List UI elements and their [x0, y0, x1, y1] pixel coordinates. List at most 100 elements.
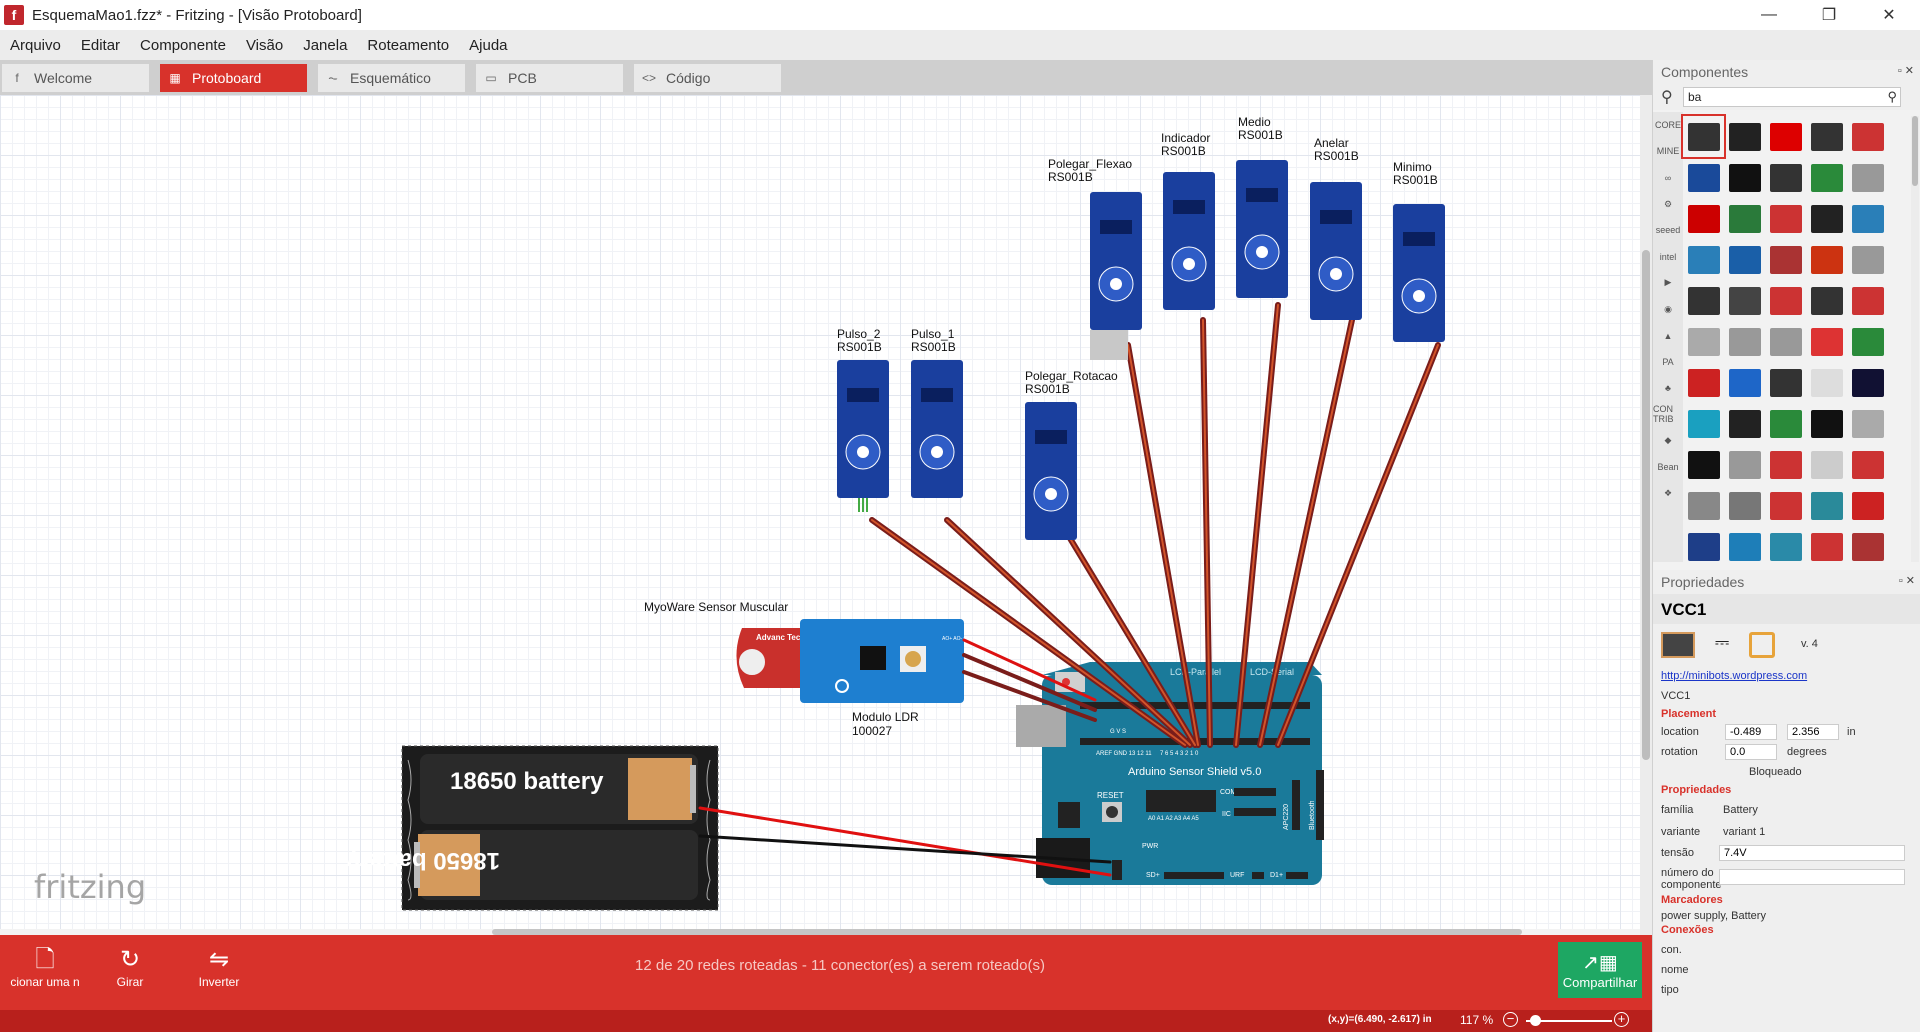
scroll-thumb[interactable] — [1912, 116, 1918, 186]
servo-medio[interactable]: Medio RS001B — [1236, 115, 1288, 298]
part-thumbnail[interactable] — [1765, 362, 1806, 403]
part-thumbnail[interactable] — [1847, 116, 1888, 157]
part-thumbnail[interactable] — [1806, 403, 1847, 444]
parts-bin-tab[interactable]: ⚙ — [1653, 191, 1683, 217]
part-thumbnail[interactable] — [1724, 157, 1765, 198]
parts-bin-tab[interactable]: PA — [1653, 349, 1683, 375]
servo-anelar[interactable]: Anelar RS001B — [1310, 136, 1362, 320]
zoom-slider-handle[interactable] — [1529, 1015, 1541, 1026]
part-thumbnail[interactable] — [1724, 198, 1765, 239]
part-thumbnail[interactable] — [1847, 485, 1888, 526]
tab-welcome[interactable]: f Welcome — [2, 63, 149, 92]
parts-scrollbar[interactable] — [1911, 116, 1919, 562]
parts-bin-tab[interactable]: ♣ — [1653, 375, 1683, 401]
part-thumbnail[interactable] — [1724, 116, 1765, 157]
location-y-field[interactable]: 2.356 — [1787, 724, 1839, 740]
menu-janela[interactable]: Janela — [293, 37, 357, 54]
zoom-out-button[interactable]: − — [1503, 1012, 1518, 1027]
servo-minimo[interactable]: Minimo RS001B — [1393, 160, 1445, 342]
part-thumbnail[interactable] — [1724, 526, 1765, 567]
part-thumbnail[interactable] — [1847, 321, 1888, 362]
variant-value[interactable]: variant 1 — [1723, 826, 1765, 838]
part-thumbnail[interactable] — [1765, 239, 1806, 280]
part-thumbnail[interactable] — [1806, 362, 1847, 403]
tab-protoboard[interactable]: ▦ Protoboard — [160, 63, 307, 92]
part-thumbnail[interactable] — [1847, 362, 1888, 403]
part-thumbnail[interactable] — [1765, 157, 1806, 198]
menu-editar[interactable]: Editar — [71, 37, 130, 54]
part-thumbnail[interactable] — [1806, 321, 1847, 362]
minimize-button[interactable]: — — [1746, 0, 1792, 30]
part-thumbnail[interactable] — [1724, 403, 1765, 444]
location-unit[interactable]: in — [1847, 726, 1856, 738]
canvas-vertical-scrollbar[interactable] — [1640, 95, 1652, 935]
part-thumbnail[interactable] — [1724, 362, 1765, 403]
rotation-field[interactable]: 0.0 — [1725, 744, 1777, 760]
part-thumbnail[interactable] — [1683, 526, 1724, 567]
part-thumbnail[interactable] — [1806, 526, 1847, 567]
menu-visao[interactable]: Visão — [236, 37, 293, 54]
servo-pulso-2[interactable]: Pulso_2 RS001B — [837, 327, 889, 512]
part-thumbnail[interactable] — [1683, 239, 1724, 280]
part-thumbnail[interactable] — [1765, 116, 1806, 157]
part-thumbnail[interactable] — [1847, 526, 1888, 567]
search-go-icon[interactable]: ⚲ — [1887, 89, 1897, 105]
part-thumbnail[interactable] — [1847, 239, 1888, 280]
part-thumbnail[interactable] — [1765, 321, 1806, 362]
part-thumbnail[interactable] — [1724, 280, 1765, 321]
voltage-select[interactable]: 7.4V — [1719, 845, 1905, 861]
parts-bin-tab[interactable]: CON TRIB — [1653, 401, 1683, 427]
part-thumbnail[interactable] — [1765, 198, 1806, 239]
parts-bin-tab[interactable]: ▶ — [1653, 270, 1683, 296]
location-x-field[interactable]: -0.489 — [1725, 724, 1777, 740]
parts-bin-tab[interactable]: MINE — [1653, 138, 1683, 164]
part-thumbnail[interactable] — [1765, 280, 1806, 321]
part-thumbnail[interactable] — [1847, 198, 1888, 239]
menu-arquivo[interactable]: Arquivo — [0, 37, 71, 54]
menu-ajuda[interactable]: Ajuda — [459, 37, 517, 54]
parts-bin-tab[interactable]: ∞ — [1653, 165, 1683, 191]
part-thumbnail[interactable] — [1683, 485, 1724, 526]
part-thumbnail[interactable] — [1847, 444, 1888, 485]
search-input[interactable]: ba — [1683, 87, 1901, 107]
part-thumbnail[interactable] — [1683, 280, 1724, 321]
part-thumbnail[interactable] — [1683, 198, 1724, 239]
part-thumbnail[interactable] — [1806, 444, 1847, 485]
parts-bin-tab[interactable]: ◆ — [1653, 428, 1683, 454]
part-thumbnail[interactable] — [1724, 485, 1765, 526]
part-thumbnail[interactable] — [1806, 280, 1847, 321]
close-button[interactable]: ✕ — [1866, 0, 1912, 30]
parts-bin-tab[interactable]: ❖ — [1653, 480, 1683, 506]
parts-bin-tab[interactable]: ◉ — [1653, 296, 1683, 322]
part-thumbnail[interactable] — [1847, 157, 1888, 198]
part-thumbnail[interactable] — [1681, 114, 1726, 159]
scroll-thumb[interactable] — [1642, 250, 1650, 760]
parts-bin-tab[interactable]: intel — [1653, 243, 1683, 269]
maximize-button[interactable]: ❐ — [1806, 0, 1852, 30]
tab-codigo[interactable]: <> Código — [634, 63, 781, 92]
menu-componente[interactable]: Componente — [130, 37, 236, 54]
zoom-in-button[interactable]: + — [1614, 1012, 1629, 1027]
part-thumbnail[interactable] — [1806, 485, 1847, 526]
servo-pulso-1[interactable]: Pulso_1 RS001B — [911, 327, 963, 498]
servo-indicador[interactable]: Indicador RS001B — [1161, 131, 1215, 310]
menu-roteamento[interactable]: Roteamento — [357, 37, 459, 54]
myoware-sensor[interactable]: Advanc Technolog MyoWare Sensor Muscular — [644, 600, 827, 688]
rotate-button[interactable]: ↻ Girar — [110, 945, 150, 989]
part-thumbnail[interactable] — [1765, 444, 1806, 485]
part-thumbnail[interactable] — [1847, 280, 1888, 321]
panel-float-close-icon[interactable]: ▫ ✕ — [1898, 64, 1914, 77]
part-thumbnail[interactable] — [1724, 239, 1765, 280]
part-thumbnail[interactable] — [1683, 157, 1724, 198]
part-url-link[interactable]: http://minibots.wordpress.com — [1661, 670, 1807, 682]
share-button[interactable]: ↗▦ Compartilhar — [1558, 942, 1642, 998]
part-thumbnail[interactable] — [1806, 157, 1847, 198]
part-thumbnail[interactable] — [1765, 526, 1806, 567]
part-thumbnail[interactable] — [1806, 239, 1847, 280]
routing-status[interactable]: 12 de 20 redes roteadas - 11 conector(es… — [560, 957, 1120, 974]
servo-polegar-flexao[interactable]: Polegar_Flexao RS001B — [1048, 157, 1142, 360]
ldr-module[interactable]: AO+ AO- GND Modulo LDR 100027 — [800, 619, 975, 738]
part-thumbnail[interactable] — [1683, 362, 1724, 403]
parts-bin-tab[interactable]: Bean — [1653, 454, 1683, 480]
part-thumbnail[interactable] — [1765, 485, 1806, 526]
